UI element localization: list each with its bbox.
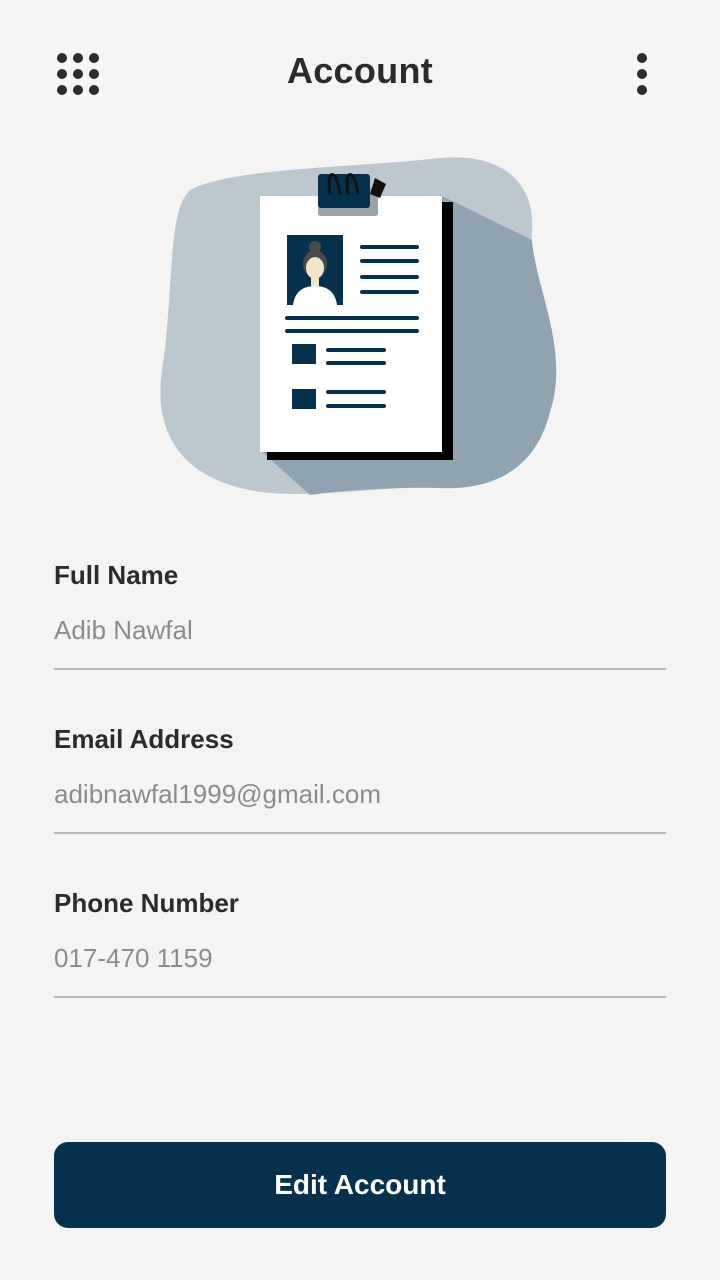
phone-value[interactable]: 017-470 1159: [54, 943, 666, 998]
full-name-field: Full Name Adib Nawfal: [54, 560, 666, 670]
full-name-value[interactable]: Adib Nawfal: [54, 615, 666, 670]
edit-account-button[interactable]: Edit Account: [54, 1142, 666, 1228]
email-field: Email Address adibnawfal1999@gmail.com: [54, 724, 666, 834]
email-value[interactable]: adibnawfal1999@gmail.com: [54, 779, 666, 834]
email-label: Email Address: [54, 724, 234, 754]
app-bar: Account: [0, 0, 720, 150]
profile-card-illustration: [150, 150, 570, 510]
page-title: Account: [286, 50, 434, 91]
full-name-label: Full Name: [54, 560, 179, 590]
phone-label: Phone Number: [54, 888, 239, 918]
more-vertical-icon[interactable]: [626, 52, 658, 96]
phone-field: Phone Number 017-470 1159: [54, 888, 666, 998]
